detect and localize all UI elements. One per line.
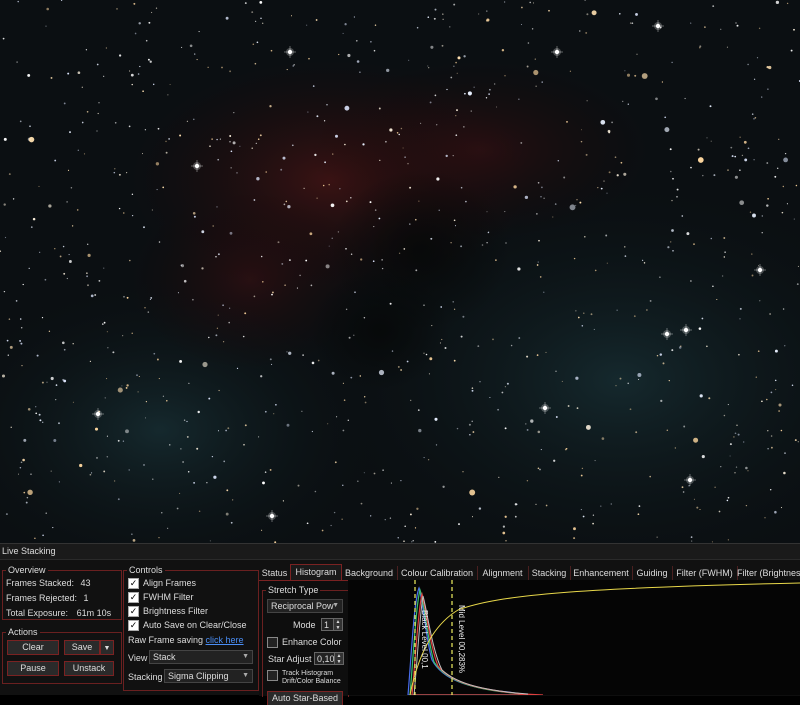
stretch-type-group: Stretch Type Reciprocal Pow ▼ Mode 1 ▲ ▼ … bbox=[262, 585, 349, 705]
tab-histogram[interactable]: Histogram bbox=[290, 564, 342, 581]
tab-enhancement[interactable]: Enhancement bbox=[570, 566, 633, 580]
stretch-type-select[interactable]: Reciprocal Pow ▼ bbox=[267, 599, 343, 613]
stacking-label: Stacking bbox=[128, 672, 163, 682]
frames-rejected-label: Frames Rejected: bbox=[6, 593, 78, 603]
stretch-type-select-value: Reciprocal Pow bbox=[271, 601, 334, 611]
chevron-down-icon: ▼ bbox=[242, 653, 249, 660]
view-label: View bbox=[128, 653, 148, 663]
frames-stacked-label: Frames Stacked: bbox=[6, 578, 75, 588]
frames-rejected-row: Frames Rejected: 1 bbox=[6, 593, 89, 604]
star-adjust-stepper[interactable]: 0,10 ▲ ▼ bbox=[314, 652, 344, 665]
enhance-color-checkbox[interactable] bbox=[267, 637, 278, 649]
stacking-select[interactable]: Sigma Clipping ▼ bbox=[164, 669, 253, 683]
tab-colour-calibration[interactable]: Colour Calibration bbox=[397, 566, 478, 580]
save-button[interactable]: Save bbox=[64, 640, 100, 655]
track-histogram-label-2: Drift/Color Balance bbox=[282, 678, 341, 685]
frames-stacked-value: 43 bbox=[80, 578, 91, 588]
controls-label: Controls bbox=[127, 565, 165, 575]
enhance-color-row[interactable]: Enhance Color bbox=[267, 637, 342, 649]
brightness-filter-checkbox[interactable]: ✓ bbox=[128, 606, 139, 618]
auto-save-label: Auto Save on Clear/Close bbox=[143, 620, 247, 630]
spinner-arrows-icon[interactable]: ▲ ▼ bbox=[334, 653, 343, 665]
panel-title: Live Stacking bbox=[2, 546, 56, 556]
stretch-type-label: Stretch Type bbox=[266, 585, 321, 595]
align-frames-checkbox[interactable]: ✓ bbox=[128, 578, 139, 590]
chevron-down-icon: ▼ bbox=[242, 672, 249, 679]
total-exposure-row: Total Exposure: 61m 10s bbox=[6, 608, 111, 619]
track-histogram-label-1: Track Histogram bbox=[282, 670, 334, 677]
total-exposure-label: Total Exposure: bbox=[6, 608, 69, 618]
spinner-arrows-icon[interactable]: ▲ ▼ bbox=[333, 619, 342, 631]
mode-stepper[interactable]: 1 ▲ ▼ bbox=[321, 618, 343, 631]
tab-status[interactable]: Status bbox=[259, 566, 291, 580]
total-exposure-value: 61m 10s bbox=[76, 608, 112, 618]
black-level-label: Black Level 00,1 bbox=[420, 610, 429, 669]
tab-background[interactable]: Background bbox=[341, 566, 398, 580]
enhance-color-label: Enhance Color bbox=[282, 637, 342, 647]
tab-stacking[interactable]: Stacking bbox=[528, 566, 571, 580]
frames-stacked-row: Frames Stacked: 43 bbox=[6, 578, 91, 589]
actions-group: Actions Clear Save ▼ Pause Unstack bbox=[2, 627, 122, 684]
raw-frame-row: Raw Frame saving click here bbox=[128, 635, 244, 646]
track-histogram-checkbox[interactable] bbox=[267, 670, 278, 681]
auto-star-based-button[interactable]: Auto Star-Based bbox=[267, 691, 343, 705]
brightness-filter-label: Brightness Filter bbox=[143, 606, 209, 616]
raw-frame-link[interactable]: click here bbox=[206, 635, 244, 645]
stacking-select-value: Sigma Clipping bbox=[168, 671, 229, 681]
mode-label: Mode bbox=[293, 620, 316, 630]
live-stacking-panel: Live Stacking Overview Frames Stacked: 4… bbox=[0, 543, 800, 705]
controls-group: Controls ✓ Align Frames ✓ FWHM Filter ✓ Bri… bbox=[123, 565, 259, 691]
raw-frame-label: Raw Frame saving bbox=[128, 635, 204, 645]
mid-level-label: Mid Level 00,283% bbox=[457, 605, 466, 673]
tab-filter-brightness[interactable]: Filter (Brightness bbox=[737, 566, 800, 580]
stacked-image-view[interactable] bbox=[0, 0, 800, 543]
fwhm-filter-row[interactable]: ✓ FWHM Filter bbox=[128, 592, 194, 604]
panel-title-bar: Live Stacking bbox=[0, 543, 800, 560]
tab-filter-fwhm[interactable]: Filter (FWHM) bbox=[672, 566, 738, 580]
mode-value: 1 bbox=[324, 620, 330, 630]
track-histogram-row[interactable]: Track Histogram Drift/Color Balance bbox=[267, 670, 341, 686]
frames-rejected-value: 1 bbox=[83, 593, 89, 603]
align-frames-label: Align Frames bbox=[143, 578, 197, 588]
align-frames-row[interactable]: ✓ Align Frames bbox=[128, 578, 197, 590]
auto-save-checkbox[interactable]: ✓ bbox=[128, 620, 139, 632]
actions-label: Actions bbox=[6, 627, 40, 637]
save-dropdown-button[interactable]: ▼ bbox=[100, 640, 114, 655]
overview-group: Overview Frames Stacked: 43 Frames Rejec… bbox=[2, 565, 122, 620]
chevron-down-icon: ▼ bbox=[332, 602, 339, 609]
pause-button[interactable]: Pause bbox=[7, 661, 59, 676]
chevron-down-icon: ▼ bbox=[103, 645, 111, 652]
histogram-plot[interactable]: Black Level 00,1 Mid Level 00,283% bbox=[348, 580, 800, 695]
view-select-value: Stack bbox=[153, 652, 176, 662]
brightness-filter-row[interactable]: ✓ Brightness Filter bbox=[128, 606, 209, 618]
star-adjust-label: Star Adjust bbox=[268, 654, 312, 664]
view-select[interactable]: Stack ▼ bbox=[149, 650, 253, 664]
fwhm-filter-label: FWHM Filter bbox=[143, 592, 194, 602]
tab-guiding[interactable]: Guiding bbox=[632, 566, 673, 580]
unstack-button[interactable]: Unstack bbox=[64, 661, 114, 676]
fwhm-filter-checkbox[interactable]: ✓ bbox=[128, 592, 139, 604]
tab-alignment[interactable]: Alignment bbox=[477, 566, 529, 580]
overview-label: Overview bbox=[6, 565, 48, 575]
auto-save-row[interactable]: ✓ Auto Save on Clear/Close bbox=[128, 620, 247, 632]
star-adjust-value: 0,10 bbox=[317, 654, 335, 664]
clear-button[interactable]: Clear bbox=[7, 640, 59, 655]
